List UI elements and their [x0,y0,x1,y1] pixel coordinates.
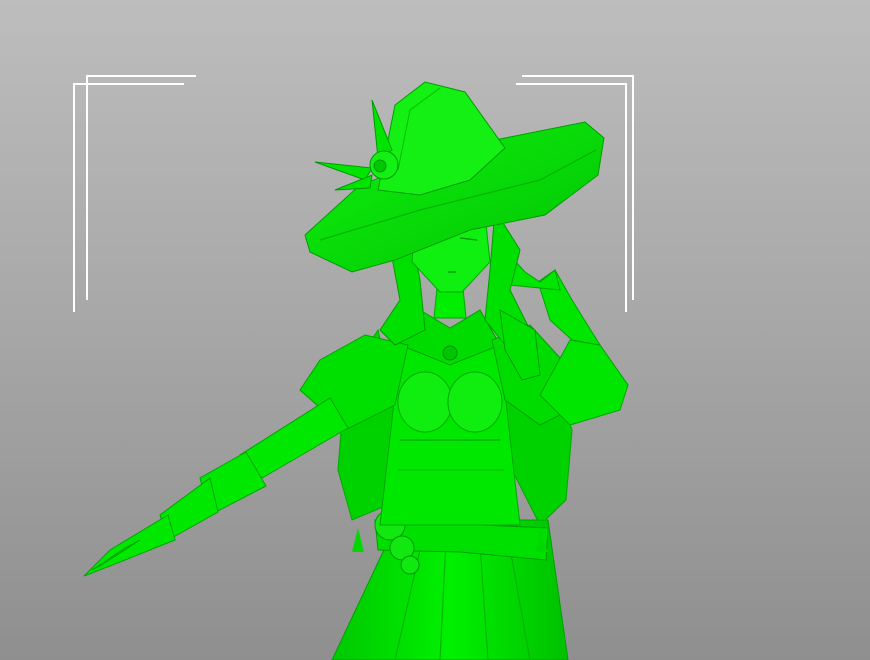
3d-viewport[interactable] [0,0,870,660]
hat-ornament [314,99,399,191]
brooch [442,345,458,361]
left-arm [83,397,349,577]
character-model[interactable] [0,0,870,660]
